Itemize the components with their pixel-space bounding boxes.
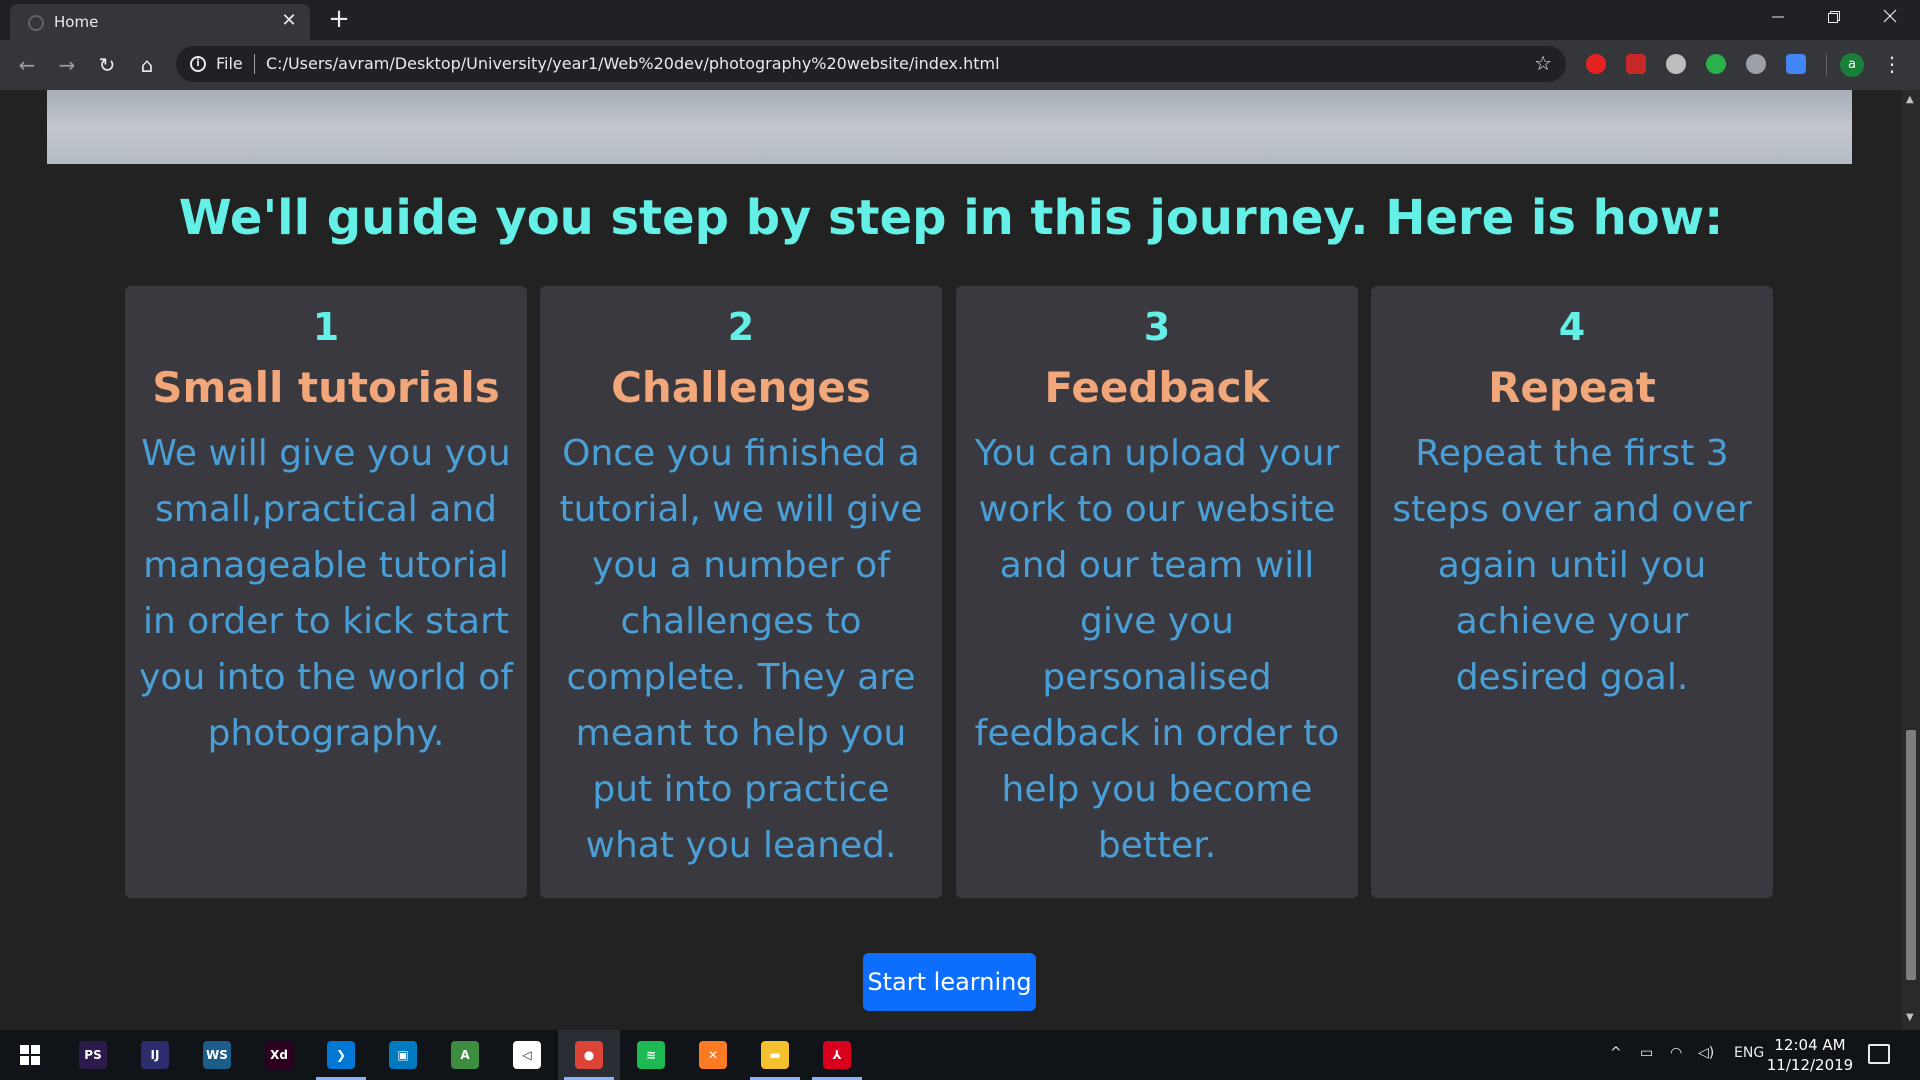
start-learning-button[interactable]: Start learning — [863, 953, 1036, 1011]
step-description: Repeat the first 3 steps over and over a… — [1392, 433, 1752, 698]
url-text[interactable]: C:/Users/avram/Desktop/University/year1/… — [266, 54, 1000, 73]
android-studio-icon: A — [451, 1041, 479, 1069]
address-separator — [254, 54, 255, 74]
file-explorer-icon: ▬ — [761, 1041, 789, 1069]
taskbar-app-chrome[interactable]: ● — [558, 1030, 620, 1080]
taskbar-app-trello[interactable]: ▣ — [372, 1030, 434, 1080]
toolbar-divider — [1826, 54, 1827, 76]
file-scheme-label: File — [216, 54, 243, 73]
new-tab-button[interactable]: + — [324, 4, 354, 34]
taskbar-app-vscode[interactable]: ❯ — [310, 1030, 372, 1080]
extension-lastpass-icon[interactable] — [1626, 54, 1646, 74]
restore-icon — [1828, 11, 1840, 23]
home-icon[interactable]: ⌂ — [134, 52, 160, 78]
minimize-button[interactable] — [1750, 0, 1806, 38]
minimize-icon — [1772, 16, 1784, 18]
menu-dots-icon[interactable]: ⋮ — [1882, 52, 1902, 76]
section-headline: We'll guide you step by step in this jou… — [178, 190, 1724, 246]
extension-translate-icon[interactable] — [1786, 54, 1806, 74]
step-number: 3 — [1143, 305, 1171, 349]
step-description: Once you finished a tutorial, we will gi… — [559, 433, 923, 866]
show-hidden-icons-chevron-icon[interactable]: ^ — [1610, 1045, 1622, 1061]
system-clock[interactable]: 12:04 AM 11/12/2019 — [1760, 1035, 1860, 1075]
info-icon[interactable]: i — [190, 56, 206, 72]
clock-date: 11/12/2019 — [1766, 1056, 1854, 1074]
taskbar-app-xampp[interactable]: ✕ — [682, 1030, 744, 1080]
chrome-icon: ● — [575, 1041, 603, 1069]
scrollbar-thumb[interactable] — [1906, 730, 1916, 980]
profile-avatar[interactable]: a — [1840, 53, 1864, 77]
windows-taskbar: PS IJ WS Xd ❯ ▣ A ◁ ● ≋ ✕ ▬ ⅄ ^ ▭ ◠ ◁) ENG 12:04 AM … — [0, 1030, 1920, 1080]
forward-arrow-icon[interactable]: → — [54, 52, 80, 78]
extension-gear-icon[interactable] — [1746, 54, 1766, 74]
vscode-icon: ❯ — [327, 1041, 355, 1069]
step-card: 3 Feedback You can upload your work to o… — [956, 286, 1358, 898]
adobe-xd-icon: Xd — [265, 1041, 293, 1069]
tab-home[interactable]: Home ✕ — [10, 4, 310, 40]
taskbar-app-unity[interactable]: ◁ — [496, 1030, 558, 1080]
windows-logo-icon — [20, 1045, 40, 1065]
unity-icon: ◁ — [513, 1041, 541, 1069]
step-title: Repeat — [1488, 363, 1656, 412]
photoshop-icon: PS — [79, 1041, 107, 1069]
tab-strip: Home ✕ + — [0, 0, 1920, 40]
hero-image — [47, 90, 1852, 164]
step-number: 4 — [1558, 305, 1586, 349]
step-card: 4 Repeat Repeat the first 3 steps over a… — [1371, 286, 1773, 898]
wifi-icon[interactable]: ◠ — [1670, 1045, 1682, 1061]
taskbar-app-webstorm[interactable]: WS — [186, 1030, 248, 1080]
acrobat-icon: ⅄ — [823, 1041, 851, 1069]
steps-cards: 1 Small tutorials We will give you you s… — [125, 286, 1775, 898]
taskbar-app-acrobat[interactable]: ⅄ — [806, 1030, 868, 1080]
step-card: 2 Challenges Once you finished a tutoria… — [540, 286, 942, 898]
xampp-icon: ✕ — [699, 1041, 727, 1069]
taskbar-app-intellij[interactable]: IJ — [124, 1030, 186, 1080]
scroll-up-arrow-icon[interactable]: ▲ — [1906, 94, 1914, 105]
taskbar-app-android-studio[interactable]: A — [434, 1030, 496, 1080]
taskbar-app-file-explorer[interactable]: ▬ — [744, 1030, 806, 1080]
step-description: We will give you you small,practical and… — [139, 433, 513, 754]
address-bar[interactable]: i File C:/Users/avram/Desktop/University… — [176, 46, 1566, 82]
intellij-icon: IJ — [141, 1041, 169, 1069]
step-title: Feedback — [1044, 363, 1270, 412]
start-button[interactable] — [10, 1030, 58, 1080]
reload-icon[interactable]: ↻ — [94, 52, 120, 78]
extension-grey-icon[interactable] — [1666, 54, 1686, 74]
back-arrow-icon[interactable]: ← — [14, 52, 40, 78]
taskbar-app-adobe-xd[interactable]: Xd — [248, 1030, 310, 1080]
extension-evernote-icon[interactable] — [1706, 54, 1726, 74]
browser-toolbar: ← → ↻ ⌂ i File C:/Users/avram/Desktop/Un… — [0, 40, 1920, 90]
step-description: You can upload your work to our website … — [974, 433, 1340, 866]
close-window-button[interactable] — [1862, 0, 1918, 38]
step-title: Small tutorials — [152, 363, 500, 412]
webstorm-icon: WS — [203, 1041, 231, 1069]
bookmark-star-icon[interactable]: ☆ — [1534, 51, 1552, 75]
extension-red-icon[interactable] — [1586, 54, 1606, 74]
step-title: Challenges — [611, 363, 871, 412]
clock-time: 12:04 AM — [1774, 1036, 1846, 1054]
taskbar-app-spotify[interactable]: ≋ — [620, 1030, 682, 1080]
volume-icon[interactable]: ◁) — [1698, 1045, 1714, 1061]
spotify-icon: ≋ — [637, 1041, 665, 1069]
close-tab-icon[interactable]: ✕ — [278, 10, 300, 31]
close-icon — [1883, 9, 1897, 23]
page-scrollbar[interactable]: ▲ ▼ — [1902, 90, 1920, 1030]
page-viewport: We'll guide you step by step in this jou… — [0, 90, 1902, 1030]
step-number: 2 — [727, 305, 755, 349]
restore-button[interactable] — [1806, 0, 1862, 38]
taskbar-app-photoshop[interactable]: PS — [62, 1030, 124, 1080]
step-card: 1 Small tutorials We will give you you s… — [125, 286, 527, 898]
tab-title: Home — [54, 13, 99, 31]
globe-icon — [28, 15, 44, 31]
scroll-down-arrow-icon[interactable]: ▼ — [1906, 1012, 1914, 1023]
trello-icon: ▣ — [389, 1041, 417, 1069]
battery-icon[interactable]: ▭ — [1640, 1045, 1653, 1061]
step-number: 1 — [312, 305, 340, 349]
action-center-icon[interactable] — [1868, 1044, 1890, 1064]
